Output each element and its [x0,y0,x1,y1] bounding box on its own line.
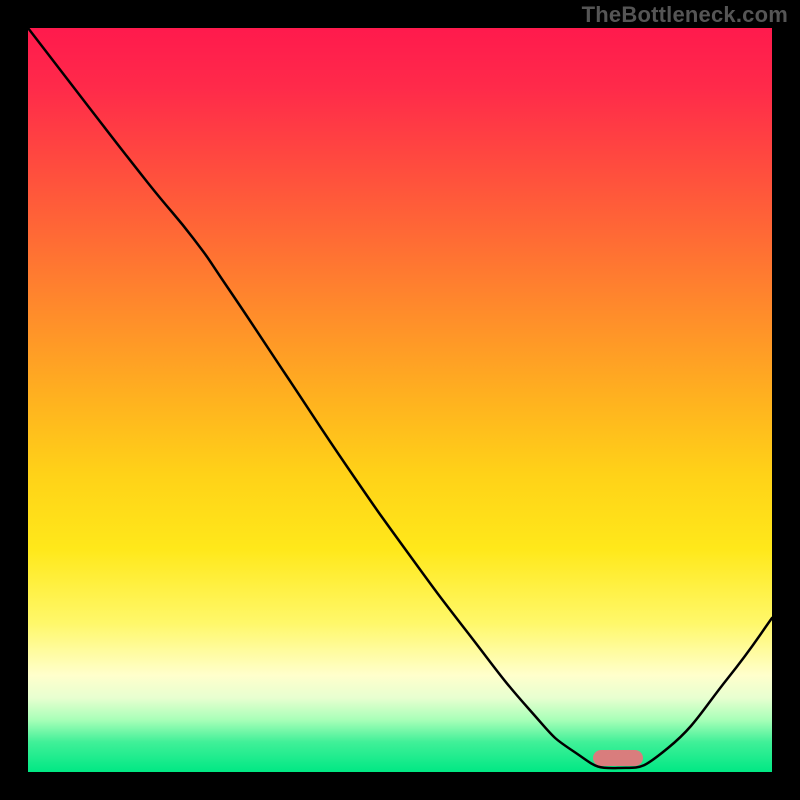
curve-path [28,28,772,768]
chart-frame: TheBottleneck.com [0,0,800,800]
watermark-text: TheBottleneck.com [582,2,788,28]
highlight-marker [593,750,643,766]
plot-area [28,28,772,772]
curve-svg [28,28,772,772]
